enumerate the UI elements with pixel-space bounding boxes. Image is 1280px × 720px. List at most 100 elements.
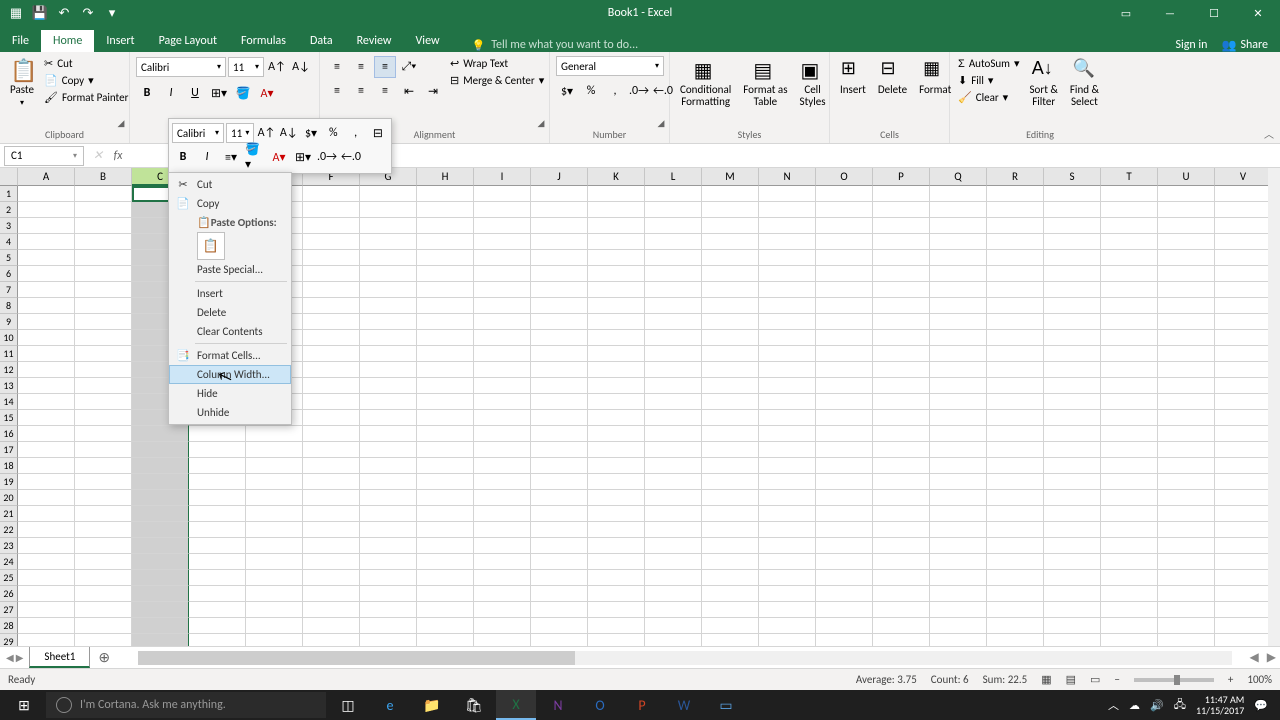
cell-P9[interactable] — [873, 314, 930, 330]
cell-J12[interactable] — [531, 362, 588, 378]
collapse-ribbon-icon[interactable]: ︿ — [1264, 126, 1274, 141]
cell-I5[interactable] — [474, 250, 531, 266]
cell-I12[interactable] — [474, 362, 531, 378]
cell-K8[interactable] — [588, 298, 645, 314]
cell-M19[interactable] — [702, 474, 759, 490]
cell-M25[interactable] — [702, 570, 759, 586]
cell-I24[interactable] — [474, 554, 531, 570]
tray-onedrive-icon[interactable]: ☁ — [1129, 699, 1140, 712]
cell-N18[interactable] — [759, 458, 816, 474]
cell-G14[interactable] — [360, 394, 417, 410]
cell-K11[interactable] — [588, 346, 645, 362]
cell-A7[interactable] — [18, 282, 75, 298]
row-header-16[interactable]: 16 — [0, 426, 18, 442]
cell-G29[interactable] — [360, 634, 417, 646]
cell-I8[interactable] — [474, 298, 531, 314]
cell-P1[interactable] — [873, 186, 930, 202]
accounting-format-icon[interactable]: $▾ — [556, 80, 578, 102]
column-header-B[interactable]: B — [75, 168, 132, 186]
cell-G10[interactable] — [360, 330, 417, 346]
sheet-nav-prev-icon[interactable]: ◀ — [6, 651, 14, 664]
cell-N6[interactable] — [759, 266, 816, 282]
cell-N28[interactable] — [759, 618, 816, 634]
cell-V19[interactable] — [1215, 474, 1272, 490]
cell-E28[interactable] — [246, 618, 303, 634]
cell-N2[interactable] — [759, 202, 816, 218]
cell-F22[interactable] — [303, 522, 360, 538]
tray-volume-icon[interactable]: 🔊 — [1150, 699, 1164, 712]
tab-file[interactable]: File — [0, 30, 41, 52]
tab-home[interactable]: Home — [41, 30, 94, 52]
clipboard-launcher-icon[interactable]: ◢ — [115, 117, 127, 129]
cell-M17[interactable] — [702, 442, 759, 458]
cell-P13[interactable] — [873, 378, 930, 394]
sort-filter-button[interactable]: A↓Sort & Filter — [1026, 56, 1062, 110]
cell-H1[interactable] — [417, 186, 474, 202]
cell-V11[interactable] — [1215, 346, 1272, 362]
cell-U22[interactable] — [1158, 522, 1215, 538]
cell-A18[interactable] — [18, 458, 75, 474]
cell-V16[interactable] — [1215, 426, 1272, 442]
mini-borders-icon[interactable]: ⊞▾ — [292, 146, 314, 168]
cell-O19[interactable] — [816, 474, 873, 490]
cell-R5[interactable] — [987, 250, 1044, 266]
cell-K21[interactable] — [588, 506, 645, 522]
tray-chevron-icon[interactable]: ︿ — [1108, 697, 1119, 713]
column-header-A[interactable]: A — [18, 168, 75, 186]
cell-S20[interactable] — [1044, 490, 1101, 506]
row-header-15[interactable]: 15 — [0, 410, 18, 426]
taskbar-edge-icon[interactable]: e — [370, 690, 410, 720]
cell-Q2[interactable] — [930, 202, 987, 218]
cell-T28[interactable] — [1101, 618, 1158, 634]
cell-T15[interactable] — [1101, 410, 1158, 426]
cell-L6[interactable] — [645, 266, 702, 282]
cell-A25[interactable] — [18, 570, 75, 586]
mini-inc-decimal-icon[interactable]: .0→ — [316, 146, 338, 168]
cell-G13[interactable] — [360, 378, 417, 394]
cell-V25[interactable] — [1215, 570, 1272, 586]
tab-insert[interactable]: Insert — [94, 30, 146, 52]
ctx-unhide[interactable]: Unhide — [169, 403, 291, 422]
cell-S27[interactable] — [1044, 602, 1101, 618]
column-header-P[interactable]: P — [873, 168, 930, 186]
cell-B21[interactable] — [75, 506, 132, 522]
cell-K13[interactable] — [588, 378, 645, 394]
ctx-cut[interactable]: ✂Cut — [169, 175, 291, 194]
cell-T13[interactable] — [1101, 378, 1158, 394]
cell-Q26[interactable] — [930, 586, 987, 602]
cell-N1[interactable] — [759, 186, 816, 202]
cell-D26[interactable] — [189, 586, 246, 602]
cell-R24[interactable] — [987, 554, 1044, 570]
taskbar-explorer-icon[interactable]: 📁 — [412, 690, 452, 720]
cell-B7[interactable] — [75, 282, 132, 298]
cell-K17[interactable] — [588, 442, 645, 458]
cell-M16[interactable] — [702, 426, 759, 442]
cell-P21[interactable] — [873, 506, 930, 522]
row-header-9[interactable]: 9 — [0, 314, 18, 330]
task-view-icon[interactable]: ◫ — [328, 690, 368, 720]
cell-L12[interactable] — [645, 362, 702, 378]
cell-R11[interactable] — [987, 346, 1044, 362]
cell-P5[interactable] — [873, 250, 930, 266]
mini-decrease-font-icon[interactable]: A↓ — [279, 122, 299, 144]
cell-N3[interactable] — [759, 218, 816, 234]
cell-N9[interactable] — [759, 314, 816, 330]
cell-T26[interactable] — [1101, 586, 1158, 602]
row-header-24[interactable]: 24 — [0, 554, 18, 570]
cell-K6[interactable] — [588, 266, 645, 282]
cell-H3[interactable] — [417, 218, 474, 234]
cell-F9[interactable] — [303, 314, 360, 330]
cell-N13[interactable] — [759, 378, 816, 394]
cell-D21[interactable] — [189, 506, 246, 522]
cell-P11[interactable] — [873, 346, 930, 362]
ctx-paste-option-button[interactable]: 📋 — [197, 232, 225, 260]
cell-N15[interactable] — [759, 410, 816, 426]
cell-D18[interactable] — [189, 458, 246, 474]
cell-F27[interactable] — [303, 602, 360, 618]
row-header-7[interactable]: 7 — [0, 282, 18, 298]
cell-G11[interactable] — [360, 346, 417, 362]
cell-V27[interactable] — [1215, 602, 1272, 618]
mini-fill-color-icon[interactable]: 🪣▾ — [244, 146, 266, 168]
cell-S28[interactable] — [1044, 618, 1101, 634]
cell-J29[interactable] — [531, 634, 588, 646]
